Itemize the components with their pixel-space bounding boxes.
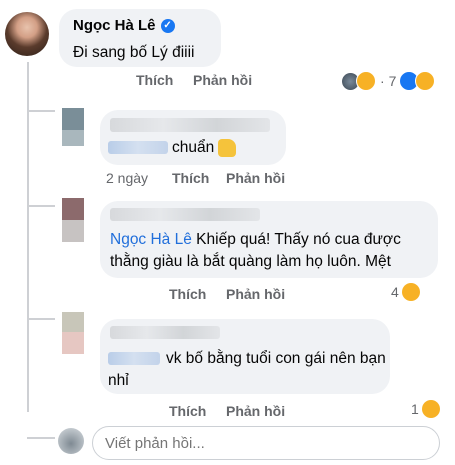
like-button[interactable]: Thích [169,286,206,302]
author-avatar[interactable] [5,12,49,56]
reaction-summary[interactable]: · 7 [342,71,436,91]
reaction-summary[interactable]: 1 [411,400,440,418]
blurred-name [110,326,220,339]
mention-link[interactable]: Ngọc Hà Lê [110,231,192,248]
reply-text: Khiếp quá! Thấy nó cua được [196,231,401,248]
haha-reaction-icon [421,400,440,418]
reply-button[interactable]: Phản hồi [193,72,252,88]
reply-timestamp[interactable]: 2 ngày [106,170,148,186]
like-button[interactable]: Thích [172,170,209,186]
thread-branch [27,437,55,439]
haha-reaction-icon [401,283,420,301]
blurred-name [110,118,270,132]
reply-avatar[interactable] [62,312,84,332]
reply-avatar[interactable] [62,108,84,130]
thread-branch [27,318,55,320]
reply-text-continued: thằng giàu là bắt quàng làm họ luôn. Mệt [110,253,391,270]
blurred-name [110,208,260,221]
comment-author-name[interactable]: Ngọc Hà Lê [73,17,156,34]
thread-line [27,62,29,412]
reply-button[interactable]: Phản hồi [226,286,285,302]
haha-reaction-icon [415,71,436,91]
reaction-count: 7 [388,73,397,89]
verified-badge-icon: ✓ [160,18,175,33]
comment-text: Đi sang bố Lý điiii [73,44,195,61]
comment-bubble: Ngọc Hà Lê ✓ Đi sang bố Lý điiii [59,9,221,67]
reply-button[interactable]: Phản hồi [226,170,285,186]
current-user-avatar[interactable] [58,428,84,454]
reply-avatar[interactable] [62,198,84,220]
reply-bubble: vk bố bằng tuổi con gái nên bạn nhỉ [100,319,390,394]
thumbs-up-emoji-icon [218,138,237,157]
thread-branch [27,205,55,207]
like-button[interactable]: Thích [136,72,173,88]
reply-text: chuẩn [172,139,215,156]
reply-input[interactable] [92,426,440,460]
reaction-summary[interactable]: 4 [391,283,420,301]
reply-text: vk bố bằng tuổi con gái nên bạn [166,350,386,367]
reply-bubble: chuẩn [100,110,286,165]
reply-button[interactable]: Phản hồi [226,403,285,419]
blurred-mention [108,141,168,154]
thread-branch [27,110,55,112]
blurred-mention [108,352,160,365]
like-button[interactable]: Thích [169,403,206,419]
reply-bubble: Ngọc Hà Lê Khiếp quá! Thấy nó cua được t… [100,201,438,278]
haha-reaction-icon [356,71,376,91]
reaction-count: 1 [411,401,419,417]
reaction-count: 4 [391,284,399,300]
reply-text-continued: nhỉ [108,372,129,389]
